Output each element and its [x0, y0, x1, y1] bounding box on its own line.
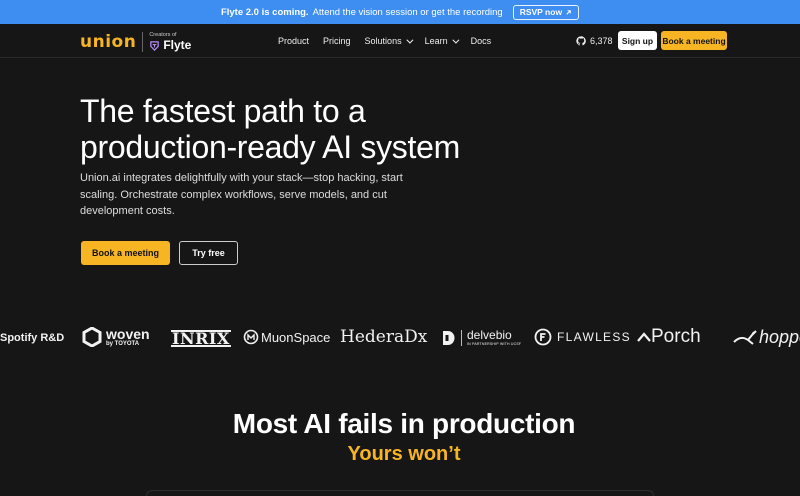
porch-label: Porch: [651, 326, 701, 347]
logo-hopper: hopper: [733, 327, 800, 348]
nav-label: Pricing: [323, 36, 351, 46]
flyte-label: Flyte: [163, 38, 192, 53]
nav-item-docs[interactable]: Docs: [471, 36, 492, 46]
rsvp-button[interactable]: RSVP now: [512, 4, 580, 20]
hero-book-meeting-button[interactable]: Book a meeting: [81, 241, 170, 265]
nav-book-meeting-button[interactable]: Book a meeting: [661, 31, 727, 50]
logo-spotify: Spotify R&D: [0, 332, 64, 344]
flyte-wordmark: Flyte: [149, 39, 191, 51]
flyte-badge: Creators of Flyte: [149, 32, 191, 51]
chevron-down-icon: [405, 36, 414, 44]
logo-flawless: FLAWLESS: [534, 328, 631, 346]
section-title: Most AI fails in production: [232, 408, 576, 439]
top-nav: union Creators of Flyte Product Pricing …: [0, 24, 800, 58]
logo-delvebio: delvebio IN PARTNERSHIP WITH UCSF: [442, 329, 521, 347]
hederadx-label: HederaDx: [340, 327, 428, 347]
delvebio-divider: [461, 329, 462, 346]
chevron-down-icon: [451, 36, 460, 44]
content-card-edge: [146, 490, 654, 496]
nav-label: Solutions: [364, 36, 402, 46]
flyte-icon: [150, 40, 160, 51]
flawless-label: FLAWLESS: [557, 330, 631, 344]
woven-sub: by TOYOTA: [106, 341, 140, 347]
github-icon: [576, 36, 586, 46]
inrix-label: INRIX: [172, 329, 230, 348]
github-stars-link[interactable]: 6,378: [576, 36, 613, 46]
github-stars-count: 6,378: [590, 36, 613, 46]
nav-item-learn[interactable]: Learn: [424, 36, 460, 46]
hero-title: The fastest path to a production-ready A…: [80, 93, 460, 165]
hopper-bunny-icon: [733, 329, 757, 345]
section-subtitle: Yours won’t: [347, 443, 461, 465]
logo-woven: woven by TOYOTA: [82, 327, 150, 347]
customer-logos-strip: Spotify R&D woven by TOYOTA INRIX MuonSp…: [0, 322, 800, 356]
nav-item-product[interactable]: Product: [278, 36, 309, 46]
nav-label: Docs: [470, 36, 492, 46]
brand-logo[interactable]: union Creators of Flyte: [80, 32, 191, 52]
nav-label: Learn: [424, 36, 448, 46]
logo-divider: [142, 32, 144, 52]
woven-label: woven: [106, 326, 150, 342]
nav-item-solutions[interactable]: Solutions: [364, 36, 414, 46]
banner-headline: Flyte 2.0 is coming.: [220, 6, 309, 18]
delvebio-mark-icon: [443, 330, 455, 345]
union-wordmark: union: [80, 32, 137, 52]
logo-hederadx: HederaDx: [340, 327, 427, 347]
arrow-up-right-icon: [566, 9, 571, 15]
sign-up-button[interactable]: Sign up: [618, 31, 657, 50]
muonspace-label: MuonSpace: [261, 329, 331, 345]
try-free-button[interactable]: Try free: [179, 241, 238, 265]
announcement-banner: Flyte 2.0 is coming. Attend the vision s…: [0, 0, 800, 24]
logo-porch: Porch: [637, 326, 701, 348]
main-menu: Product Pricing Solutions Learn Docs: [278, 36, 491, 46]
muonspace-mark-icon: [243, 329, 259, 345]
hopper-label: hopper: [759, 327, 800, 347]
flawless-mark-icon: [534, 328, 552, 346]
woven-mark-icon: [82, 327, 102, 347]
nav-item-pricing[interactable]: Pricing: [323, 36, 351, 46]
nav-label: Product: [278, 36, 310, 46]
delvebio-label: delvebio: [467, 328, 512, 342]
delvebio-sub: IN PARTNERSHIP WITH UCSF: [467, 342, 522, 346]
porch-mark-icon: [637, 332, 651, 342]
logo-muonspace: MuonSpace: [243, 329, 330, 345]
rsvp-label: RSVP now: [519, 7, 563, 17]
banner-text[interactable]: Attend the vision session or get the rec…: [313, 7, 503, 18]
spotify-label: Spotify R&D: [0, 332, 65, 344]
logo-inrix: INRIX: [171, 330, 231, 347]
hero-subtitle: Union.ai integrates delightfully with yo…: [80, 172, 403, 217]
